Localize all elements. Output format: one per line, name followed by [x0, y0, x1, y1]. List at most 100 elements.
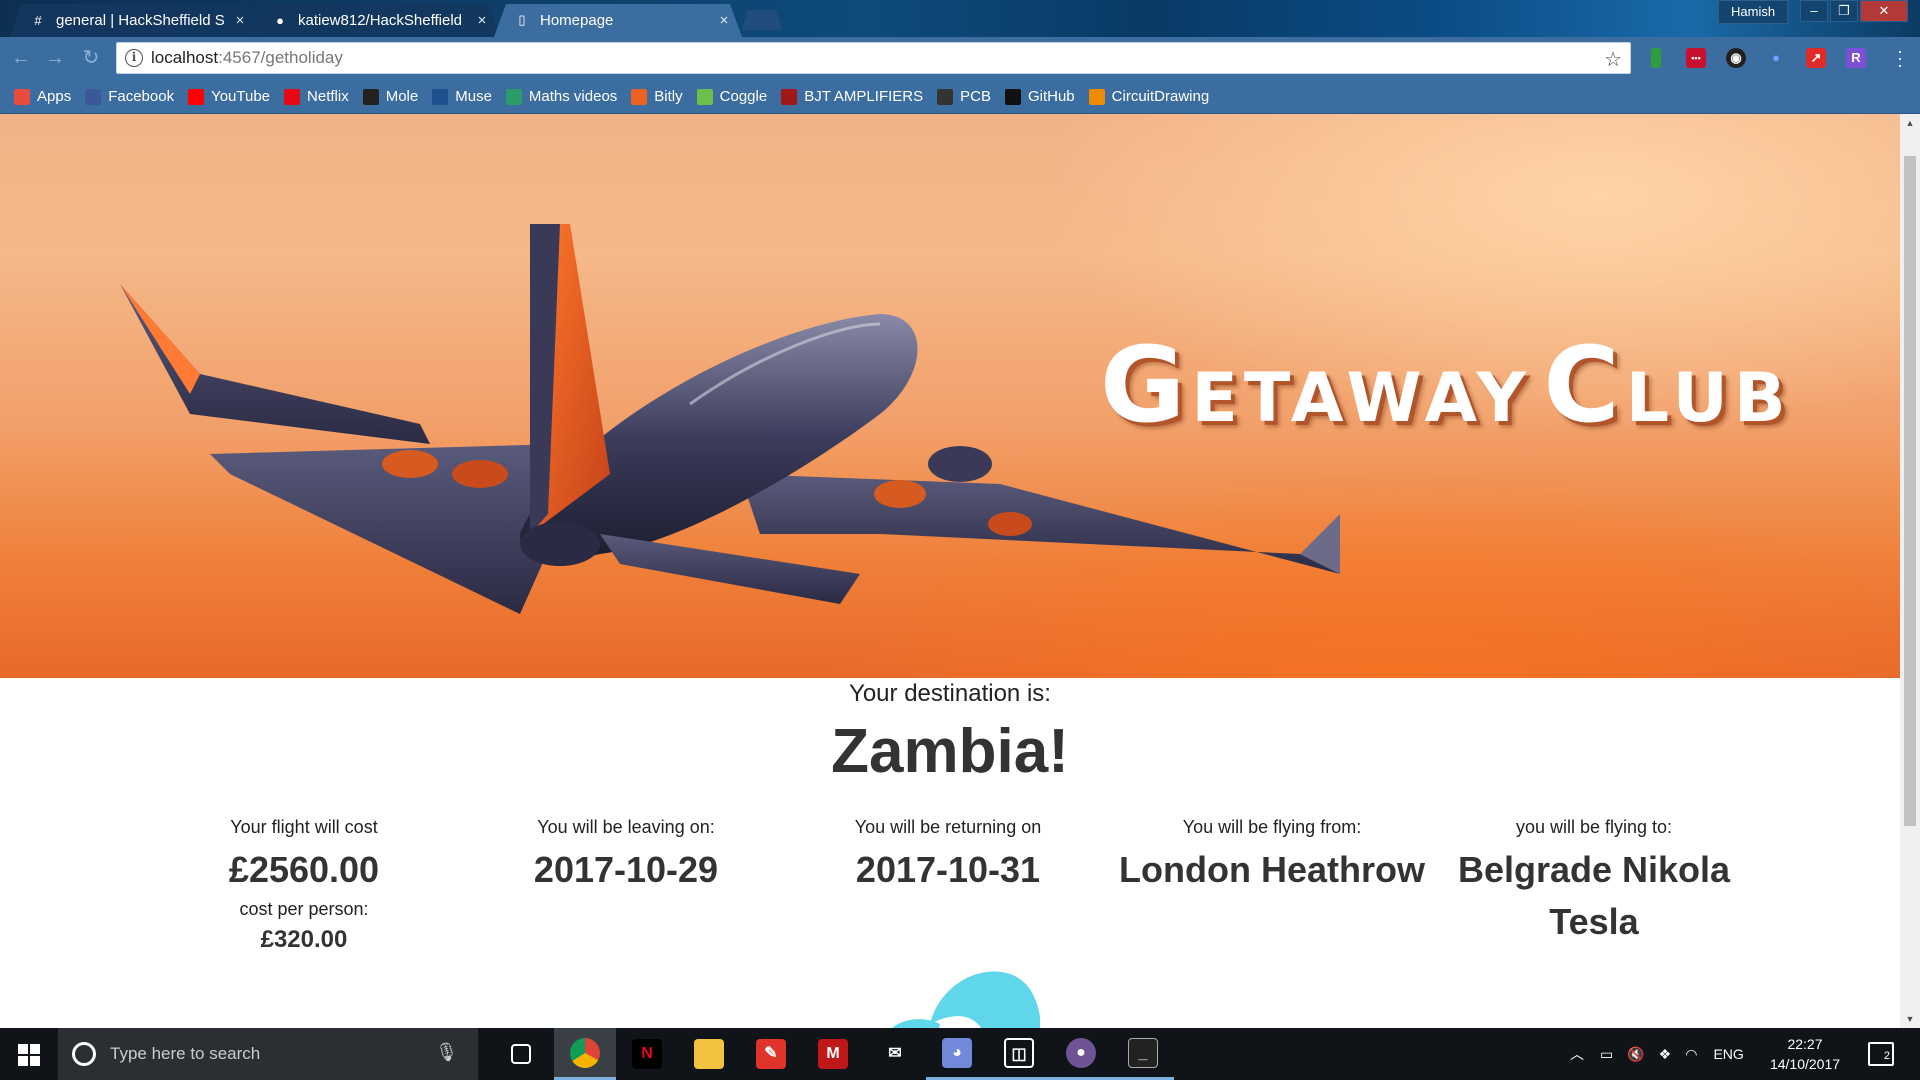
bookmark-label: Muse [455, 88, 492, 105]
show-hidden-icons-icon[interactable]: ︿ [1570, 1044, 1584, 1064]
restore-button[interactable]: ❐ [1830, 0, 1858, 22]
cortana-icon[interactable] [72, 1042, 96, 1066]
browser-toolbar: ← → ↻ i localhost:4567/getholiday ☆ ••• … [0, 37, 1920, 80]
bookmark-item[interactable]: Bitly [631, 88, 683, 105]
bookmark-item[interactable]: YouTube [188, 88, 270, 105]
extension-lastpass-icon[interactable]: ••• [1686, 48, 1706, 68]
page-scrollbar[interactable]: ▲ ▼ [1900, 114, 1920, 1028]
netflix-icon [284, 88, 301, 105]
search-placeholder: Type here to search [110, 1044, 261, 1063]
bookmark-item[interactable]: Coggle [696, 88, 767, 105]
taskbar-netflix[interactable]: N [616, 1028, 678, 1080]
taskbar-clock[interactable]: 22:27 14/10/2017 [1760, 1034, 1850, 1074]
bookmark-label: PCB [960, 88, 991, 105]
tab-slack[interactable]: # general | HackSheffield S × [10, 4, 258, 37]
logo-initial-g: G [1100, 324, 1192, 446]
extension-r-icon[interactable]: R [1846, 48, 1866, 68]
wifi-icon[interactable]: ◠ [1685, 1046, 1697, 1063]
flight-cost-column: Your flight will cost £2560.00 cost per … [144, 814, 464, 958]
taskbar-github-desktop[interactable]: ● [1050, 1028, 1112, 1080]
bookmark-star-icon[interactable]: ☆ [1604, 47, 1622, 72]
logo-etaway: ETAWAY [1191, 359, 1532, 438]
bookmark-item[interactable]: CircuitDrawing [1088, 88, 1209, 105]
mcafee-icon: M [818, 1039, 848, 1069]
bookmark-item[interactable]: Facebook [85, 88, 174, 105]
bookmark-item[interactable]: Maths videos [505, 88, 617, 105]
taskbar-terminal[interactable]: _ [1112, 1028, 1174, 1080]
leaving-date-value: 2017-10-29 [533, 849, 719, 890]
reload-button[interactable]: ↻ [80, 47, 102, 69]
red-app-icon: ✎ [756, 1039, 786, 1069]
close-window-button[interactable]: ✕ [1860, 0, 1908, 22]
close-icon[interactable]: × [716, 13, 732, 29]
taskbar-discord[interactable]: ◕ [926, 1028, 988, 1080]
bookmark-item[interactable]: Mole [362, 88, 419, 105]
origin-airport-label: You will be flying from: [1182, 817, 1362, 837]
github-icon: ● [276, 12, 284, 28]
tab-title: katiew812/HackSheffield [298, 12, 462, 29]
info-icon[interactable]: i [125, 49, 143, 67]
returning-date-column: You will be returning on 2017-10-31 [788, 814, 1108, 896]
tab-homepage[interactable]: ▯ Homepage × [494, 4, 742, 37]
destination-airport-label: you will be flying to: [1515, 817, 1673, 837]
page-viewport: GETAWAY CLUB Your destination is: Zambia… [0, 114, 1900, 1028]
taskbar-app-red[interactable]: ✎ [740, 1028, 802, 1080]
tab-github[interactable]: ● katiew812/HackSheffield × [252, 4, 500, 37]
bookmark-item[interactable]: Muse [432, 88, 492, 105]
windows-start-icon[interactable] [18, 1044, 40, 1066]
discord-icon: ◕ [942, 1037, 972, 1068]
scrollbar-thumb[interactable] [1904, 156, 1916, 826]
scroll-up-arrow-icon[interactable]: ▲ [1900, 114, 1920, 132]
taskbar-mcafee[interactable]: M [802, 1028, 864, 1080]
netflix-icon: N [632, 1039, 662, 1069]
new-tab-button[interactable] [742, 10, 782, 30]
origin-airport-column: You will be flying from: London Heathrow [1112, 814, 1432, 896]
taskbar-app-box[interactable]: ◫ [988, 1028, 1050, 1080]
bookmark-label: Mole [385, 88, 419, 105]
bjt-icon [781, 88, 798, 105]
coggle-icon [696, 88, 713, 105]
extension-green-icon[interactable] [1651, 48, 1661, 68]
bookmark-item[interactable]: BJT AMPLIFIERS [781, 88, 923, 105]
profile-button[interactable]: Hamish [1718, 0, 1789, 24]
menu-icon[interactable]: · · · [1895, 42, 1905, 74]
bitly-icon [631, 88, 648, 105]
bookmark-item[interactable]: Netflix [284, 88, 349, 105]
extension-arrow-icon[interactable]: ↗ [1806, 48, 1826, 68]
tab-title: general | HackSheffield S [56, 12, 225, 29]
logo-lub: LUB [1625, 359, 1792, 438]
bookmark-item[interactable]: PCB [937, 88, 991, 105]
task-view-button[interactable] [490, 1028, 552, 1080]
page-icon: ▯ [518, 12, 526, 27]
bookmark-item[interactable]: GitHub [1004, 88, 1075, 105]
language-indicator[interactable]: ENG [1713, 1046, 1743, 1062]
taskbar-mail[interactable]: ✉ [864, 1028, 926, 1080]
terminal-icon: _ [1128, 1037, 1158, 1068]
taskbar-search[interactable]: Type here to search 🎙 [58, 1028, 478, 1080]
scroll-down-arrow-icon[interactable]: ▼ [1900, 1010, 1920, 1028]
volume-muted-icon[interactable]: 🔇 [1627, 1046, 1644, 1063]
extension-blue-icon[interactable]: ● [1766, 48, 1786, 68]
clock-date: 14/10/2017 [1769, 1056, 1841, 1072]
taskbar-file-explorer[interactable] [678, 1028, 740, 1080]
mail-icon: ✉ [888, 1045, 902, 1062]
clock-time: 22:27 [1787, 1036, 1823, 1052]
battery-icon[interactable]: ▭ [1600, 1046, 1613, 1063]
bookmark-item[interactable]: Apps [14, 88, 71, 105]
extension-camera-icon[interactable]: ◉ [1726, 48, 1746, 68]
url-text[interactable]: localhost:4567/getholiday [151, 48, 343, 68]
forward-button[interactable]: → [44, 47, 66, 69]
back-button[interactable]: ← [10, 47, 32, 69]
dropbox-icon[interactable]: ❖ [1659, 1046, 1672, 1063]
action-center-icon[interactable]: 2 [1868, 1042, 1894, 1066]
browser-tab-strip: # general | HackSheffield S × ● katiew81… [0, 0, 1920, 37]
address-bar[interactable]: i localhost:4567/getholiday ☆ [116, 42, 1631, 74]
taskbar-chrome[interactable] [554, 1028, 616, 1080]
close-icon[interactable]: × [474, 13, 490, 29]
destination-airport-column: you will be flying to: Belgrade Nikola T… [1434, 814, 1754, 948]
microphone-icon[interactable]: 🎙 [435, 1042, 458, 1063]
facebook-icon [85, 88, 102, 105]
close-icon[interactable]: × [232, 13, 248, 29]
minimize-button[interactable]: – [1800, 0, 1828, 22]
bookmark-label: Facebook [108, 88, 175, 105]
